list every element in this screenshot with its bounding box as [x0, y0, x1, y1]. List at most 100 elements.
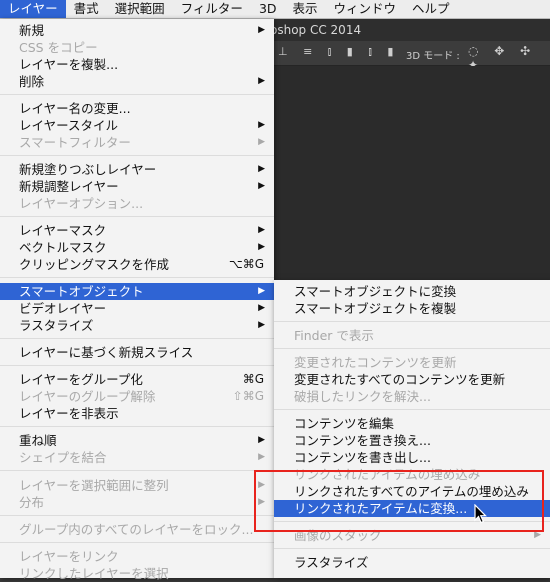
menu-separator [0, 542, 274, 543]
menubar-item-select[interactable]: 選択範囲 [107, 0, 173, 18]
menubar-item-view[interactable]: 表示 [285, 0, 326, 18]
menu-separator [0, 426, 274, 427]
menu-item-video-layer[interactable]: ビデオレイヤー ▶ [0, 300, 274, 317]
menu-item-label: レイヤーを複製... [19, 57, 119, 72]
submenu-arrow-icon: ▶ [258, 303, 265, 313]
menu-item-create-clipping-mask[interactable]: クリッピングマスクを作成 ⌥⌘G [0, 256, 274, 273]
menu-item-new[interactable]: 新規 ▶ [0, 22, 274, 39]
submenu-item-replace-contents[interactable]: コンテンツを置き換え... [274, 432, 550, 449]
menu-item-hide-layers[interactable]: レイヤーを非表示 [0, 405, 274, 422]
menu-item-arrange[interactable]: 重ね順 ▶ [0, 432, 274, 449]
menu-item-delete[interactable]: 削除 ▶ [0, 73, 274, 90]
menu-item-label: レイヤーを非表示 [19, 406, 119, 421]
menu-separator [0, 338, 274, 339]
menu-separator [0, 470, 274, 471]
menu-item-label: ベクトルマスク [19, 240, 107, 255]
menu-item-layer-options: レイヤーオプション... [0, 195, 274, 212]
menu-separator [0, 216, 274, 217]
submenu-arrow-icon: ▶ [258, 452, 265, 462]
submenu-item-label: スマートオブジェクトを複製 [294, 301, 457, 316]
menu-separator [0, 155, 274, 156]
menubar-item-layer[interactable]: レイヤー [0, 0, 66, 18]
menubar-item-help[interactable]: ヘルプ [404, 0, 458, 18]
menu-item-new-adjustment-layer[interactable]: 新規調整レイヤー ▶ [0, 178, 274, 195]
align-icons[interactable]: ⊥ ≡ ⫾ ▮ ⫾ ▮ [278, 45, 399, 59]
app-title-bar: oshop CC 2014 [262, 19, 550, 41]
menu-separator [0, 515, 274, 516]
submenu-item-label: コンテンツを置き換え... [294, 433, 431, 448]
menu-separator [274, 348, 550, 349]
menu-separator [274, 409, 550, 410]
app-title: oshop CC 2014 [270, 23, 362, 37]
menu-separator [0, 277, 274, 278]
menu-item-smart-filter: スマートフィルター ▶ [0, 134, 274, 151]
menu-item-label: レイヤーを選択範囲に整列 [19, 478, 169, 493]
menu-item-copy-css: CSS をコピー [0, 39, 274, 56]
options-toolbar: ⊥ ≡ ⫾ ▮ ⫾ ▮ 3D モード : ◌ ✥ ✣ ✦ [262, 41, 550, 72]
submenu-arrow-icon: ▶ [258, 76, 265, 86]
menu-item-label: クリッピングマスクを作成 [19, 257, 170, 272]
menu-item-label: レイヤーに基づく新規スライス [19, 345, 194, 360]
menu-item-label: ラスタライズ [19, 318, 94, 333]
submenu-item-resolve-broken-link: 破損したリンクを解決... [274, 388, 550, 405]
menu-item-align-to-selection: レイヤーを選択範囲に整列 ▶ [0, 477, 274, 494]
menu-item-combine-shapes: シェイプを結合 ▶ [0, 449, 274, 466]
submenu-item-update-modified-content: 変更されたコンテンツを更新 [274, 354, 550, 371]
submenu-item-update-all-modified-content[interactable]: 変更されたすべてのコンテンツを更新 [274, 371, 550, 388]
menu-item-label: ビデオレイヤー [19, 301, 107, 316]
menu-item-layer-style[interactable]: レイヤースタイル ▶ [0, 117, 274, 134]
submenu-item-reveal-in-finder: Finder で表示 [274, 327, 550, 344]
menu-item-rasterize[interactable]: ラスタライズ ▶ [0, 317, 274, 334]
menu-item-ungroup-layers: レイヤーのグループ解除 ⇧⌘G [0, 388, 274, 405]
menu-item-select-linked-layers: リンクしたレイヤーを選択 [0, 565, 274, 582]
submenu-arrow-icon: ▶ [258, 320, 265, 330]
menu-item-vector-mask[interactable]: ベクトルマスク ▶ [0, 239, 274, 256]
shortcut: ⌘G [242, 372, 264, 386]
submenu-item-label: コンテンツを編集 [294, 416, 395, 431]
submenu-arrow-icon: ▶ [258, 242, 265, 252]
submenu-arrow-icon: ▶ [258, 225, 265, 235]
menubar-item-3d[interactable]: 3D [251, 0, 285, 18]
smart-object-submenu: スマートオブジェクトに変換 スマートオブジェクトを複製 Finder で表示 変… [274, 280, 550, 578]
menu-item-rename-layer[interactable]: レイヤー名の変更... [0, 100, 274, 117]
menu-item-layer-mask[interactable]: レイヤーマスク ▶ [0, 222, 274, 239]
submenu-item-convert-to-smart-object[interactable]: スマートオブジェクトに変換 [274, 283, 550, 300]
highlight-annotation [254, 470, 544, 532]
menu-item-lock-layers-in-group: グループ内のすべてのレイヤーをロック... [0, 521, 274, 538]
menu-item-label: レイヤースタイル [19, 118, 119, 133]
menu-separator [274, 548, 550, 549]
menubar-item-filter[interactable]: フィルター [173, 0, 251, 18]
shortcut: ⇧⌘G [232, 389, 264, 403]
menubar-item-window[interactable]: ウィンドウ [326, 0, 405, 18]
submenu-item-edit-contents[interactable]: コンテンツを編集 [274, 415, 550, 432]
submenu-item-duplicate-smart-object[interactable]: スマートオブジェクトを複製 [274, 300, 550, 317]
submenu-arrow-icon: ▶ [258, 286, 265, 296]
arrow-cursor-icon [474, 504, 487, 524]
menu-item-new-fill-layer[interactable]: 新規塗りつぶしレイヤー ▶ [0, 161, 274, 178]
layer-menu: 新規 ▶ CSS をコピー レイヤーを複製... 削除 ▶ レイヤー名の変更... … [0, 19, 274, 581]
menu-item-label: レイヤーをグループ化 [19, 372, 143, 387]
menu-separator [0, 94, 274, 95]
menu-item-label: 新規調整レイヤー [19, 179, 119, 194]
menu-item-label: 重ね順 [19, 433, 57, 448]
submenu-item-label: コンテンツを書き出し... [294, 450, 431, 465]
submenu-item-label: スマートオブジェクトに変換 [294, 284, 457, 299]
menu-item-smart-object[interactable]: スマートオブジェクト ▶ [0, 283, 274, 300]
submenu-item-rasterize[interactable]: ラスタライズ [274, 554, 550, 571]
menu-item-group-layers[interactable]: レイヤーをグループ化 ⌘G [0, 371, 274, 388]
menu-item-duplicate-layer[interactable]: レイヤーを複製... [0, 56, 274, 73]
menu-separator [0, 365, 274, 366]
submenu-item-label: 変更されたすべてのコンテンツを更新 [294, 372, 506, 387]
menu-item-link-layers: レイヤーをリンク [0, 548, 274, 565]
submenu-item-label: 破損したリンクを解決... [294, 389, 431, 404]
3d-mode-label: 3D モード : [406, 51, 460, 62]
menu-item-new-layer-based-slice[interactable]: レイヤーに基づく新規スライス [0, 344, 274, 361]
menu-item-label: グループ内のすべてのレイヤーをロック... [19, 522, 254, 537]
shortcut: ⌥⌘G [228, 257, 264, 271]
submenu-item-label: Finder で表示 [294, 328, 374, 343]
submenu-item-export-contents[interactable]: コンテンツを書き出し... [274, 449, 550, 466]
menu-item-label: リンクしたレイヤーを選択 [19, 566, 169, 581]
menubar-item-type[interactable]: 書式 [66, 0, 107, 18]
submenu-arrow-icon: ▶ [258, 435, 265, 445]
menu-item-label: レイヤーのグループ解除 [19, 389, 156, 404]
